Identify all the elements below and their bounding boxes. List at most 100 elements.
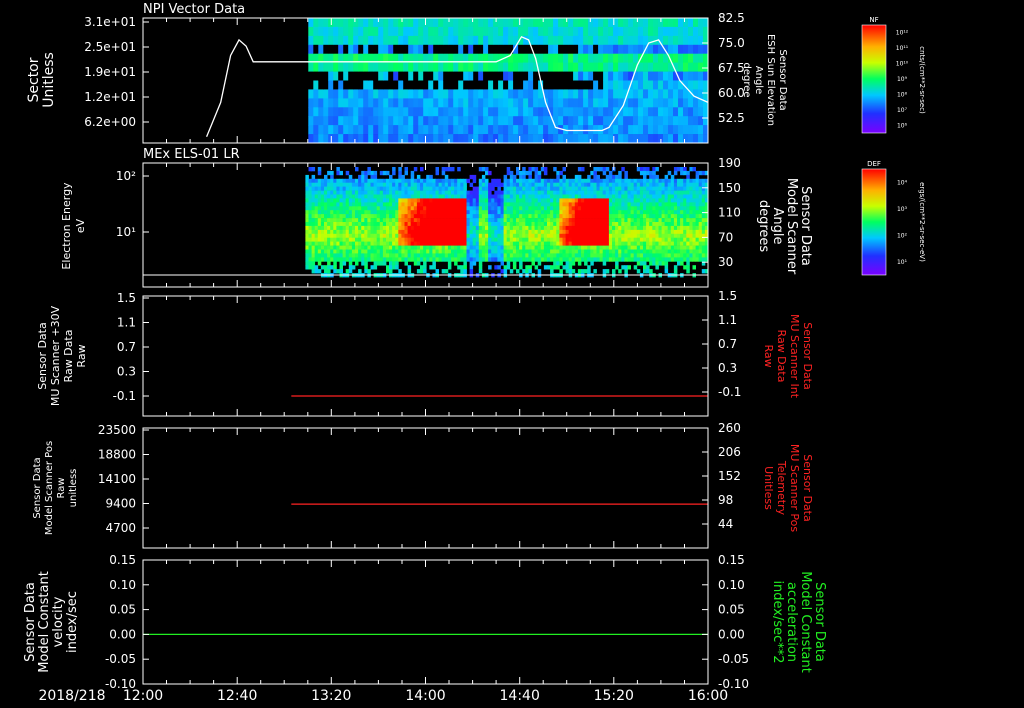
heatmap2-cell [633, 222, 638, 227]
heatmap2-cell [547, 233, 551, 239]
heatmap2-cell [345, 229, 350, 235]
time-tick-label: 12:00 [123, 688, 163, 704]
heatmap2-cell [531, 198, 535, 203]
heatmap2-cell [488, 249, 492, 254]
heatmap1-cell [538, 26, 544, 37]
heatmap2-cell [698, 186, 703, 191]
heatmap2-cell [395, 261, 399, 266]
heatmap1-cell [368, 44, 374, 55]
heatmap2-cell [432, 178, 436, 184]
heatmap2-cell [655, 218, 659, 223]
heatmap2-cell [701, 202, 706, 207]
heatmap2-cell [355, 261, 359, 266]
heatmap1-cell [523, 134, 529, 144]
heatmap2-cell [324, 198, 328, 203]
heatmap2-cell [605, 214, 610, 219]
heatmap2-cell [534, 206, 539, 211]
heatmap2-cell [512, 253, 517, 258]
heatmap1-cell [563, 89, 569, 99]
heatmap2-cell [410, 253, 415, 258]
heatmap1-cell [613, 26, 619, 37]
heatmap2-cell [457, 182, 461, 187]
heatmap1-cell [403, 89, 409, 99]
heatmap2-cell [367, 167, 371, 172]
heatmap2-cell [630, 253, 635, 258]
heatmap1-cell [353, 18, 359, 28]
heatmap2-cell [612, 194, 616, 199]
heatmap2-cell [460, 178, 464, 184]
panel5-ytick-label: 0.05 [109, 603, 136, 617]
heatmap1-cell [693, 98, 699, 108]
heatmap1-cell [393, 116, 399, 126]
heatmap2-cell [534, 237, 539, 242]
heatmap2-cell [692, 167, 696, 172]
heatmap1-cell [473, 134, 479, 144]
heatmap1-cell [698, 80, 704, 90]
heatmap2-cell [543, 237, 548, 242]
heatmap1-cell [418, 62, 424, 72]
heatmap2-cell [559, 190, 563, 195]
heatmap2-cell [382, 202, 387, 207]
heatmap2-cell [590, 198, 594, 203]
heatmap1-cell [568, 18, 574, 28]
heatmap2-cell [516, 182, 520, 187]
heatmap2-cell [525, 218, 529, 223]
heatmap2-cell [457, 194, 461, 199]
heatmap2-cell [677, 222, 681, 227]
heatmap2-cell [327, 241, 331, 246]
heatmap1-cell [578, 116, 584, 126]
heatmap2-cell [327, 170, 331, 176]
heatmap2-cell [407, 241, 412, 246]
heatmap2-cell [336, 269, 340, 274]
heatmap1-cell [508, 107, 514, 117]
heatmap2-cell [556, 241, 560, 246]
heatmap2-cell [602, 237, 607, 242]
heatmap2-cell [503, 257, 508, 262]
heatmap2-cell [543, 170, 548, 176]
heatmap2-cell [376, 218, 381, 223]
heatmap2-cell [559, 202, 563, 207]
heatmap1-cell [523, 53, 529, 63]
heatmap2-cell [574, 225, 579, 231]
heatmap2-cell [413, 206, 418, 211]
heatmap2-cell [339, 245, 343, 250]
heatmap1-cell [438, 89, 444, 99]
heatmap2-cell [336, 249, 340, 254]
heatmap1-cell [678, 35, 684, 46]
heatmap2-cell [308, 202, 312, 207]
heatmap2-cell [522, 249, 526, 254]
heatmap2-cell [481, 249, 486, 254]
heatmap2-cell [593, 241, 597, 246]
heatmap2-cell [373, 257, 378, 262]
heatmap2-cell [543, 182, 548, 187]
heatmap2-cell [333, 265, 337, 270]
heatmap1-cell [473, 80, 479, 90]
heatmap2-cell [416, 233, 421, 239]
heatmap1-cell [608, 26, 614, 37]
heatmap2-cell [652, 174, 656, 180]
heatmap2-cell [469, 253, 474, 258]
heatmap2-cell [333, 206, 337, 211]
heatmap2-cell [584, 229, 588, 235]
heatmap2-cell [488, 245, 492, 250]
heatmap2-cell [577, 249, 582, 254]
heatmap2-cell [658, 229, 662, 235]
heatmap2-cell [670, 253, 675, 258]
heatmap1-cell [508, 98, 514, 108]
heatmap2-cell [701, 253, 706, 258]
heatmap2-cell [633, 229, 638, 235]
heatmap2-cell [348, 186, 353, 191]
heatmap2-cell [441, 269, 446, 274]
heatmap1-cell [503, 62, 509, 72]
heatmap2-cell [478, 190, 483, 195]
heatmap2-cell [686, 245, 690, 250]
heatmap2-cell [624, 245, 628, 250]
heatmap2-cell [311, 198, 316, 203]
heatmap2-cell [670, 241, 675, 246]
heatmap2-cell [692, 249, 696, 254]
heatmap2-cell [351, 257, 356, 262]
heatmap2-cell [423, 245, 427, 250]
heatmap2-cell [537, 178, 542, 184]
heatmap2-cell [389, 222, 393, 227]
heatmap2-cell [376, 257, 381, 262]
